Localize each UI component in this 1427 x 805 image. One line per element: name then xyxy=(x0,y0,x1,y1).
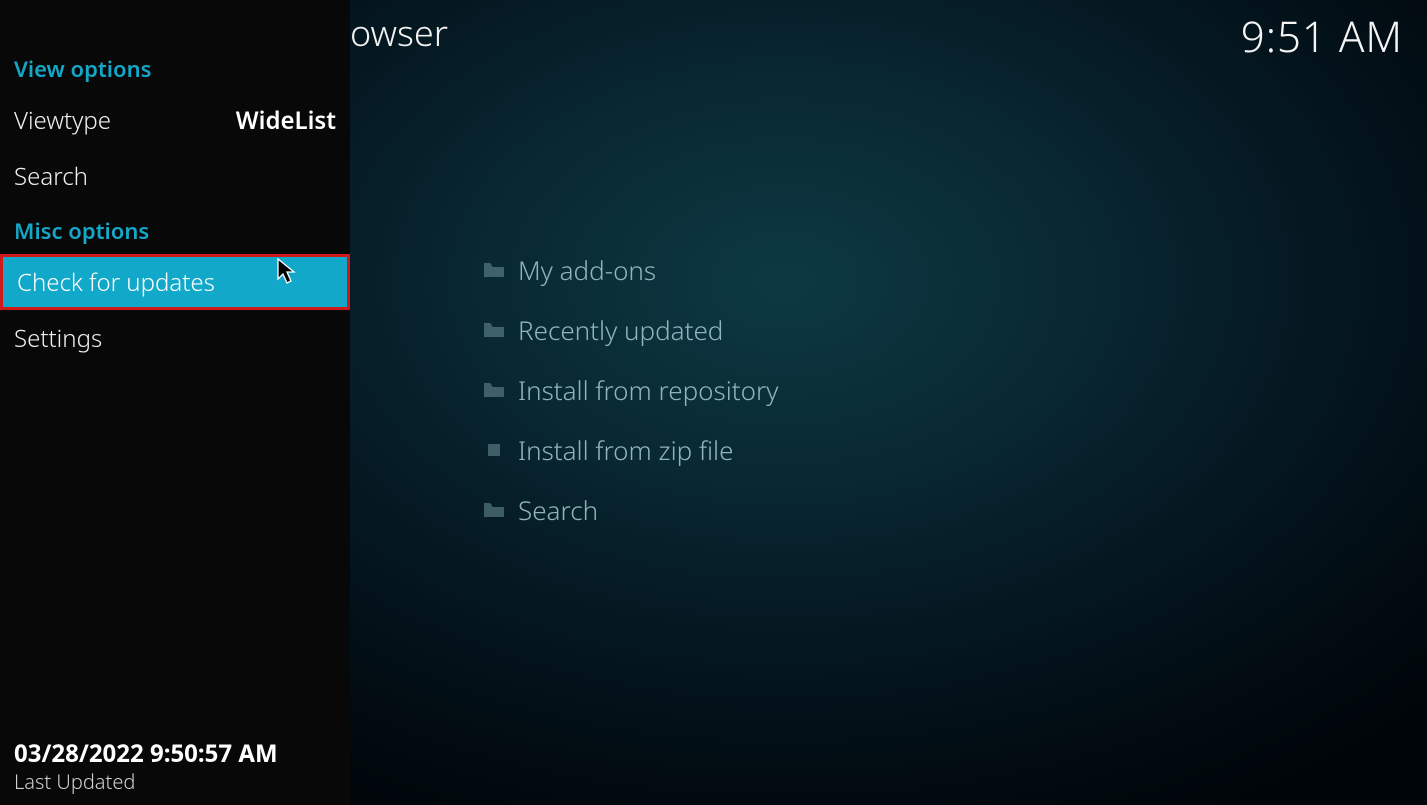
folder-icon xyxy=(470,322,518,338)
list-item-label: Search xyxy=(518,492,598,528)
list-item-install-from-zip[interactable]: Install from zip file xyxy=(470,420,1387,480)
search-row[interactable]: Search xyxy=(0,148,350,204)
search-label: Search xyxy=(14,160,88,193)
sidebar-body: View options Viewtype WideList Search Mi… xyxy=(0,0,350,737)
last-updated-timestamp: 03/28/2022 9:50:57 AM xyxy=(14,737,336,770)
settings-label: Settings xyxy=(14,322,102,355)
list-item-label: Install from zip file xyxy=(518,432,733,468)
list-item-recently-updated[interactable]: Recently updated xyxy=(470,300,1387,360)
addon-browser-list: My add-ons Recently updated Install from… xyxy=(470,240,1387,540)
options-sidebar: View options Viewtype WideList Search Mi… xyxy=(0,0,350,805)
viewtype-value: WideList xyxy=(236,104,336,137)
list-item-label: Install from repository xyxy=(518,372,778,408)
folder-icon xyxy=(470,262,518,278)
breadcrumb-title: owser xyxy=(350,8,448,57)
misc-options-header: Misc options xyxy=(0,210,350,254)
last-updated-caption: Last Updated xyxy=(14,768,336,795)
viewtype-label: Viewtype xyxy=(14,104,111,137)
clock: 9:51 AM xyxy=(1241,8,1403,65)
list-item-my-addons[interactable]: My add-ons xyxy=(470,240,1387,300)
list-item-search[interactable]: Search xyxy=(470,480,1387,540)
folder-icon xyxy=(470,502,518,518)
check-for-updates-label: Check for updates xyxy=(17,266,215,299)
list-item-label: My add-ons xyxy=(518,252,656,288)
zip-file-icon xyxy=(470,443,518,457)
list-item-label: Recently updated xyxy=(518,312,723,348)
list-item-install-from-repository[interactable]: Install from repository xyxy=(470,360,1387,420)
view-options-header: View options xyxy=(0,48,350,92)
folder-icon xyxy=(470,382,518,398)
sidebar-footer: 03/28/2022 9:50:57 AM Last Updated xyxy=(0,737,350,805)
viewtype-row[interactable]: Viewtype WideList xyxy=(0,92,350,148)
settings-row[interactable]: Settings xyxy=(0,310,350,366)
check-for-updates-row[interactable]: Check for updates xyxy=(0,254,350,310)
